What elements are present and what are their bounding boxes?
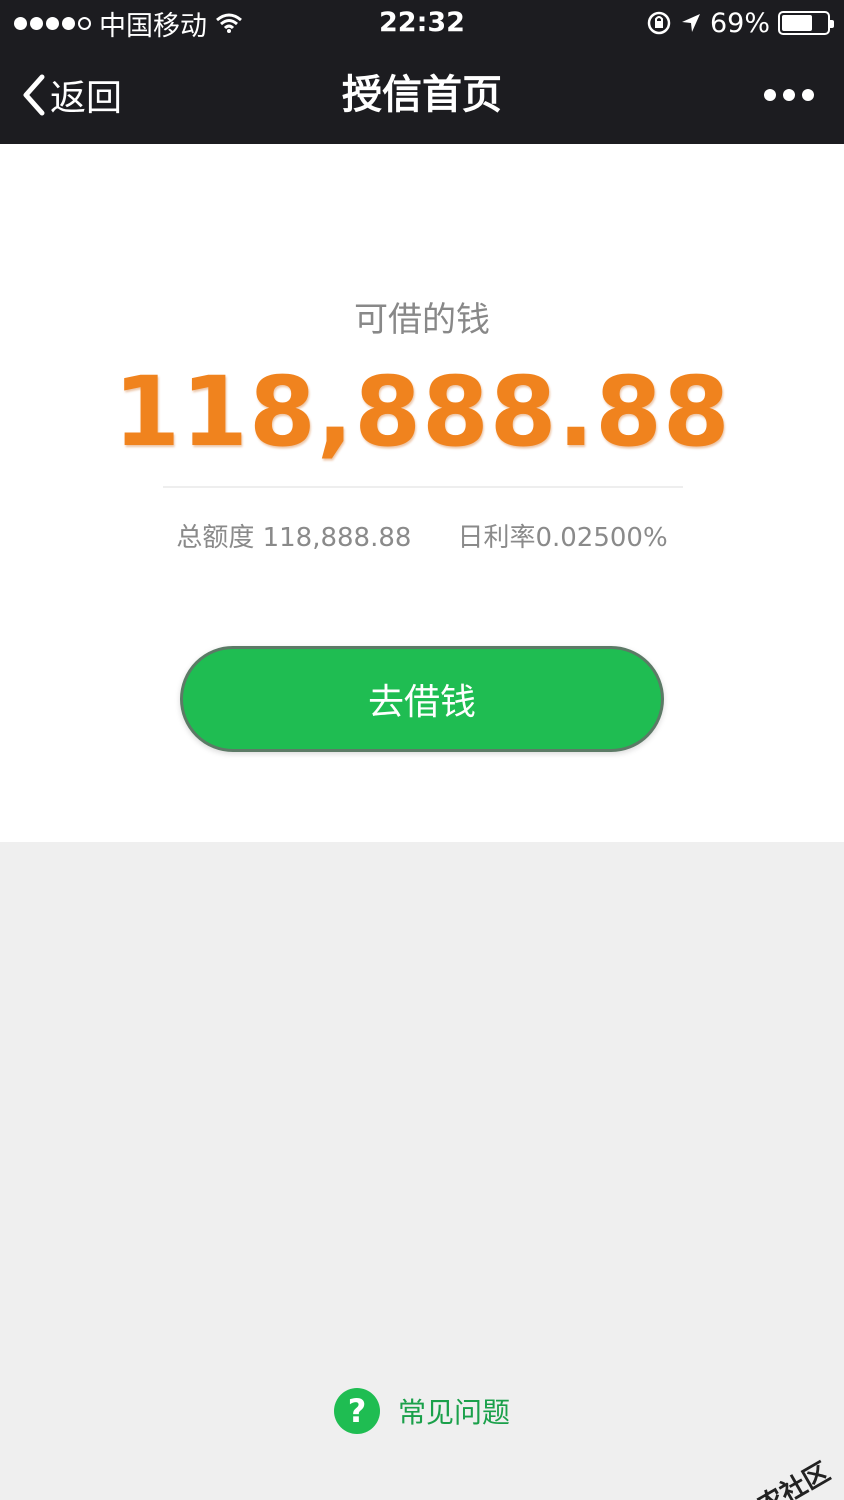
available-amount: 118,888.88 [113,356,731,468]
watermark-logo: ✕ 卡农社区 [703,1452,836,1500]
question-icon: ? [333,1388,380,1434]
status-left: 中国移动 [14,4,243,43]
borrow-button[interactable]: 去借钱 [180,646,664,752]
faq-link[interactable]: ? 常见问题 [0,1388,844,1434]
more-options-icon[interactable] [764,46,814,144]
divider [163,486,683,488]
orientation-lock-icon [647,11,671,35]
navigation-bar: 返回 授信首页 [0,46,844,144]
signal-strength-icon [14,16,91,30]
battery-icon [778,11,834,35]
credit-card: 可借的钱 118,888.88 总额度 118,888.88 日利率0.0250… [0,144,844,842]
faq-label: 常见问题 [397,1396,510,1429]
status-right: 69% [646,7,834,39]
credit-home-screen: 中国移动 69% 22:32 返回 授信首页 可借的钱 118,888.88 总… [0,0,844,1500]
watermark-text: 卡农社区 [730,1457,836,1500]
total-limit: 总额度 118,888.88 [176,523,412,553]
credit-summary: 总额度 118,888.88 日利率0.02500% [0,517,844,554]
page-title: 授信首页 [342,72,502,118]
back-label: 返回 [50,78,123,119]
available-label: 可借的钱 [354,300,490,340]
location-arrow-icon [681,14,700,32]
chevron-left-icon [23,74,45,116]
wifi-icon [216,13,242,33]
battery-percentage: 69% [709,7,770,39]
status-bar: 中国移动 69% 22:32 [0,0,844,46]
battery-level-fill [782,15,813,31]
carrier-name: 中国移动 [99,10,207,42]
back-button[interactable]: 返回 [20,46,122,144]
daily-rate: 日利率0.02500% [457,523,668,553]
